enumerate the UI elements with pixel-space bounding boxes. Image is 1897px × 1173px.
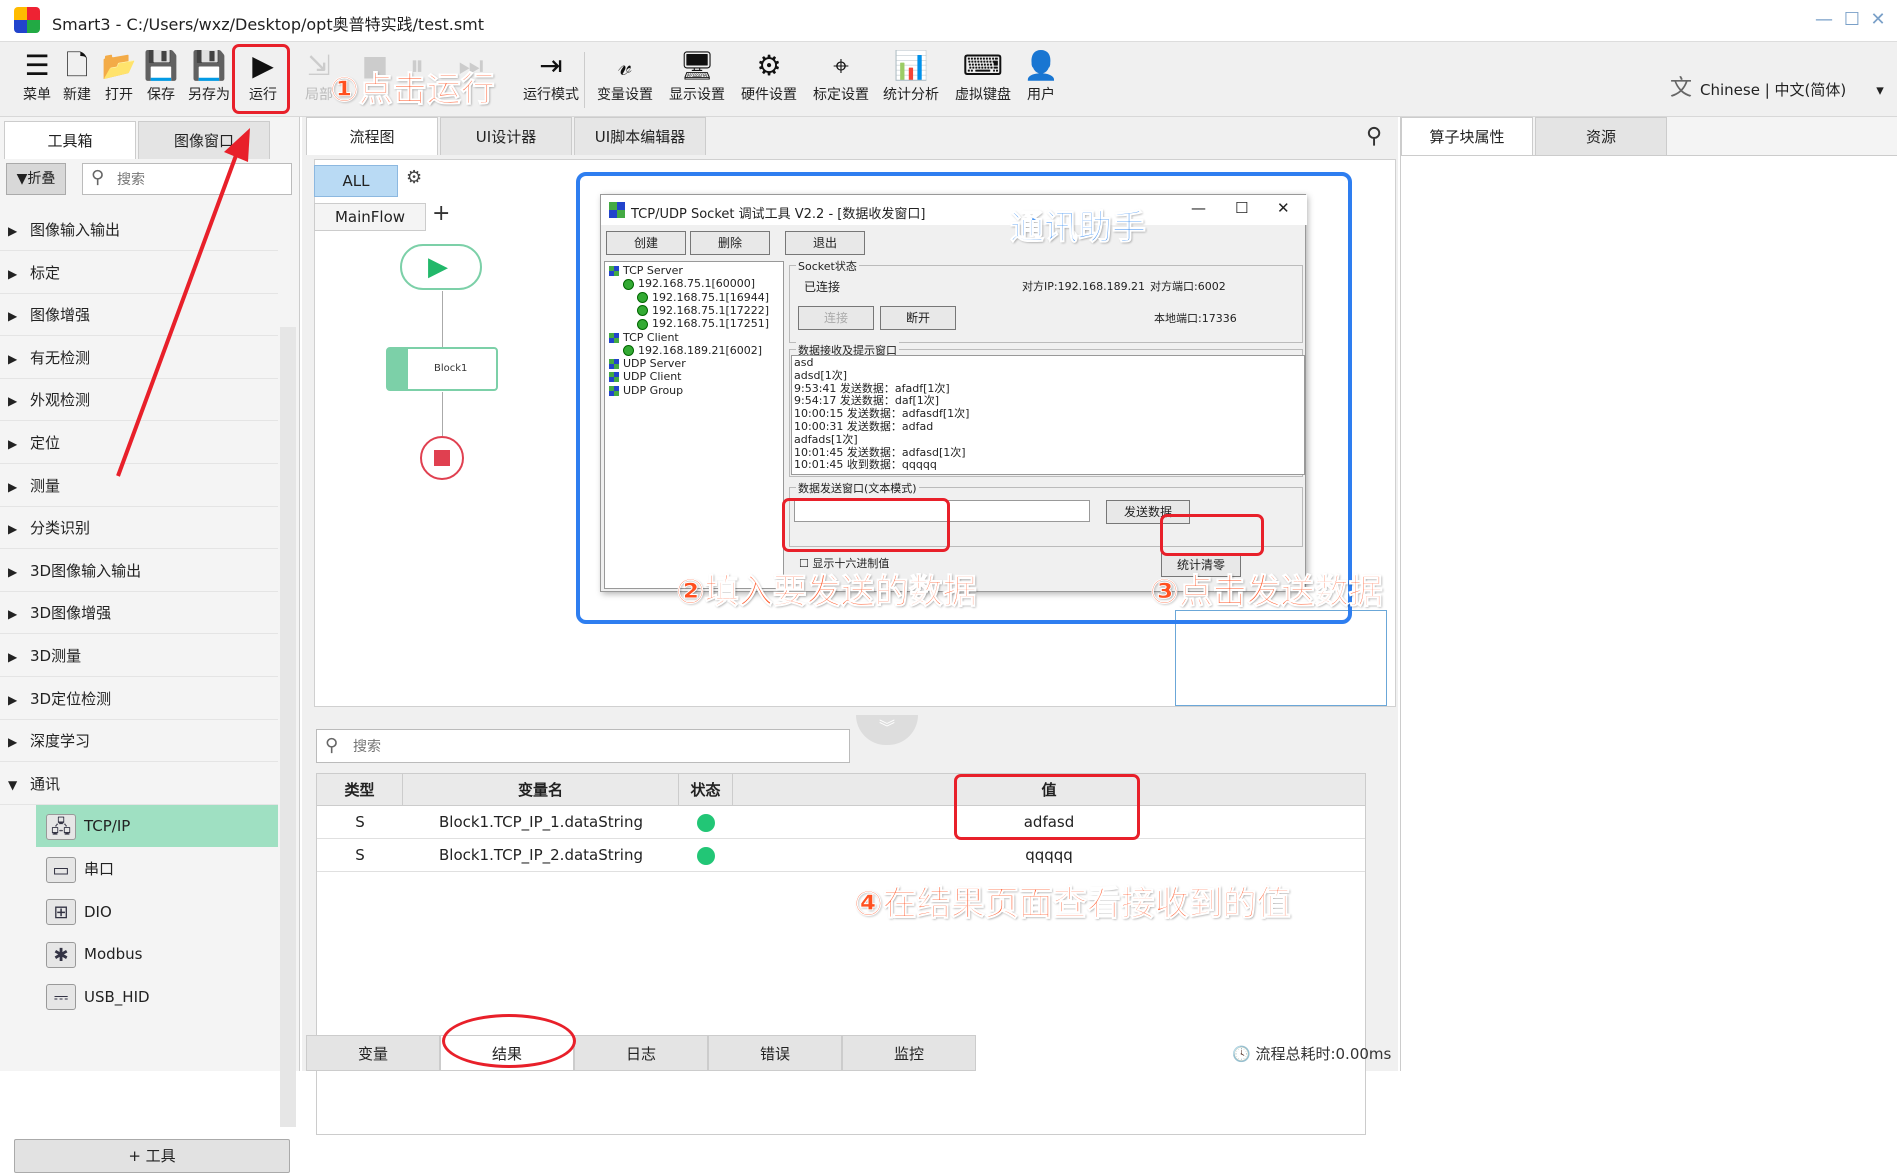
add-tool-button[interactable]: + 工具 [14,1139,290,1173]
arrow-annotation [116,128,250,477]
